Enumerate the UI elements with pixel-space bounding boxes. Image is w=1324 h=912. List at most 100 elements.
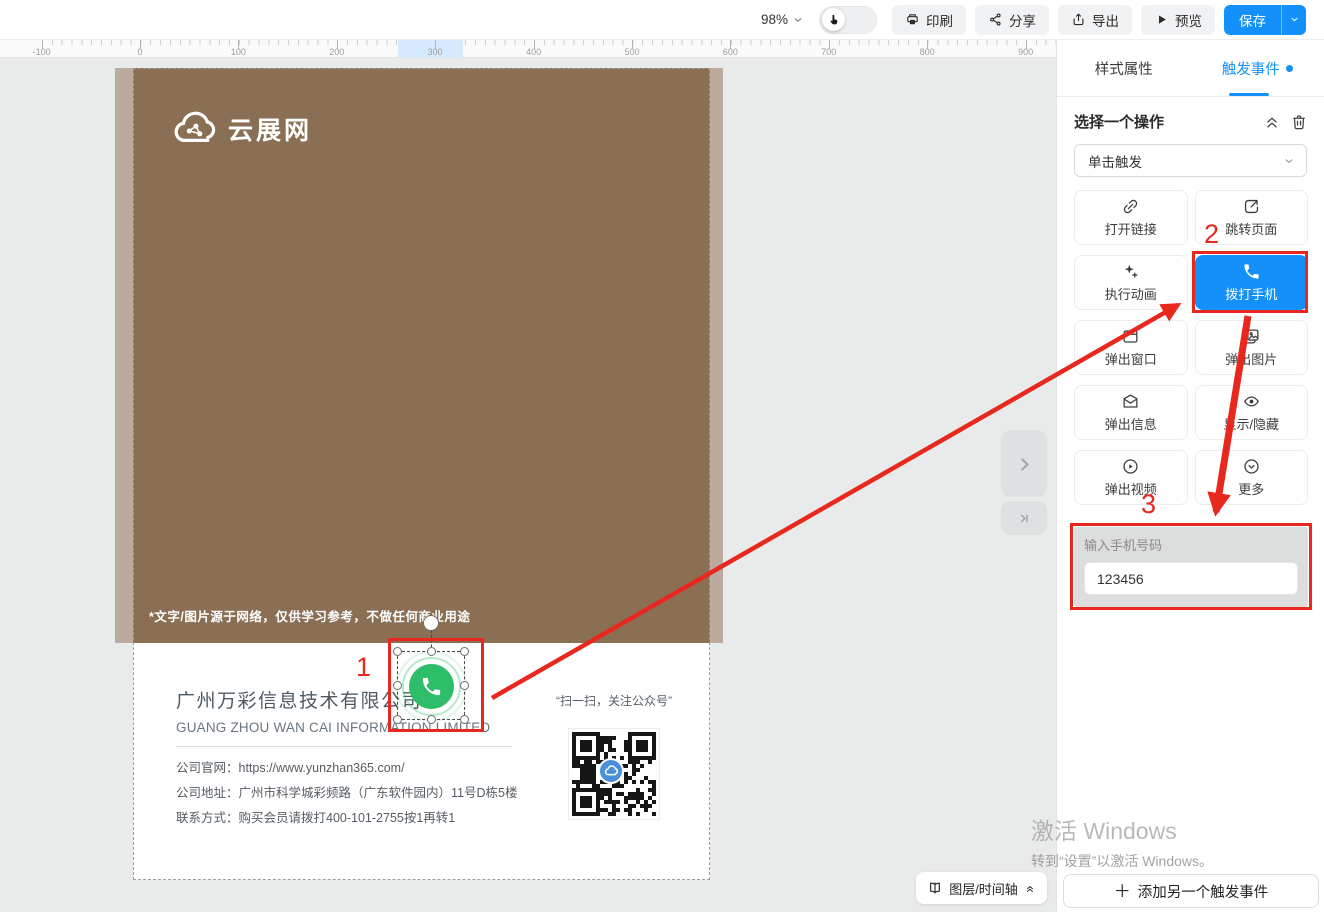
action-label: 显示/隐藏 xyxy=(1223,414,1279,433)
company-name-cn: 广州万彩信息技术有限公司 xyxy=(176,686,536,713)
resize-handle-se[interactable] xyxy=(460,715,469,724)
cloud-logo-icon xyxy=(172,110,218,148)
action-label: 弹出视频 xyxy=(1105,479,1157,498)
resize-handle-sw[interactable] xyxy=(393,715,402,724)
company-info-block: 广州万彩信息技术有限公司 GUANG ZHOU WAN CAI INFORMAT… xyxy=(176,686,536,831)
window-icon xyxy=(1121,327,1140,346)
ruler-tick-label: 800 xyxy=(920,47,935,57)
trigger-mode-select[interactable]: 单击触发 xyxy=(1074,144,1307,177)
ruler-tick-label: 700 xyxy=(821,47,836,57)
save-options-button[interactable] xyxy=(1281,5,1306,35)
action-label: 打开链接 xyxy=(1105,219,1157,238)
qr-center-logo xyxy=(598,758,624,784)
ruler-tick-label: 300 xyxy=(428,47,443,57)
action-section-header: 选择一个操作 xyxy=(1057,97,1324,142)
action-show-hide[interactable]: 显示/隐藏 xyxy=(1195,385,1309,440)
print-button[interactable]: 印刷 xyxy=(892,5,966,35)
top-toolbar: 98% 印刷 分享 导出 预览 保存 xyxy=(0,0,1324,40)
video-icon xyxy=(1121,457,1140,476)
phone-number-input-group: 输入手机号码 xyxy=(1074,527,1308,607)
touch-mode-toggle[interactable] xyxy=(819,6,877,34)
add-trigger-event-button[interactable]: ＋ 添加另一个触发事件 xyxy=(1063,874,1319,908)
unsaved-indicator-dot xyxy=(1286,65,1293,72)
action-dial-phone[interactable]: 拨打手机 xyxy=(1195,255,1309,310)
preview-label: 预览 xyxy=(1175,10,1202,30)
save-split-button: 保存 xyxy=(1224,5,1306,35)
collapse-section-button[interactable] xyxy=(1263,113,1281,131)
trash-icon xyxy=(1290,113,1308,131)
resize-handle-ne[interactable] xyxy=(460,647,469,656)
company-divider xyxy=(176,746,512,747)
ruler-tick-label: 900 xyxy=(1018,47,1033,57)
action-popup-image[interactable]: 弹出图片 xyxy=(1195,320,1309,375)
page-cover-image[interactable] xyxy=(115,68,723,643)
bleed-right xyxy=(710,68,723,643)
zoom-level-control[interactable]: 98% xyxy=(761,12,804,27)
zoom-level-value: 98% xyxy=(761,12,788,27)
tab-style-properties[interactable]: 样式属性 xyxy=(1057,40,1191,96)
layers-timeline-label: 图层/时间轴 xyxy=(949,879,1018,898)
cloud-icon xyxy=(604,765,619,777)
company-info-line: 公司地址：广州市科学城彩频路（广东软件园内）11号D栋5楼 xyxy=(176,781,536,806)
resize-handle-e[interactable] xyxy=(460,681,469,690)
horizontal-ruler: -1000100200300400500600700800900 xyxy=(0,40,1056,58)
resize-handle-n[interactable] xyxy=(427,647,436,656)
action-label: 弹出窗口 xyxy=(1105,349,1157,368)
section-title: 选择一个操作 xyxy=(1074,111,1254,132)
chevron-down-icon xyxy=(1289,14,1300,25)
link-icon xyxy=(1121,197,1140,216)
toggle-knob xyxy=(822,8,845,31)
action-run-animation[interactable]: 执行动画 xyxy=(1074,255,1188,310)
chevron-down-icon xyxy=(792,14,804,26)
ruler-tick-label: 0 xyxy=(137,47,142,57)
delete-trigger-button[interactable] xyxy=(1290,113,1308,131)
phone-number-input[interactable] xyxy=(1084,562,1298,595)
company-contact-lines: 公司官网：https://www.yunzhan365.com/公司地址：广州市… xyxy=(176,756,536,831)
mail-icon xyxy=(1121,392,1140,411)
action-popup-video[interactable]: 弹出视频 xyxy=(1074,450,1188,505)
ruler-tick-label: 100 xyxy=(231,47,246,57)
action-popup-window[interactable]: 弹出窗口 xyxy=(1074,320,1188,375)
eye-icon xyxy=(1242,392,1261,411)
tab-trigger-events[interactable]: 触发事件 xyxy=(1191,40,1324,96)
action-label: 执行动画 xyxy=(1105,284,1157,303)
resize-handle-s[interactable] xyxy=(427,715,436,724)
preview-button[interactable]: 预览 xyxy=(1141,5,1215,35)
more-icon xyxy=(1242,457,1261,476)
selection-box[interactable] xyxy=(397,651,465,720)
share-button[interactable]: 分享 xyxy=(975,5,1049,35)
panel-tabs: 样式属性 触发事件 xyxy=(1057,40,1324,97)
tab-style-label: 样式属性 xyxy=(1095,58,1153,79)
image-icon xyxy=(1242,327,1261,346)
action-jump-page[interactable]: 跳转页面 xyxy=(1195,190,1309,245)
resize-handle-w[interactable] xyxy=(393,681,402,690)
double-chevron-up-icon xyxy=(1263,113,1281,131)
layers-timeline-button[interactable]: 图层/时间轴 xyxy=(916,872,1047,904)
ruler-tick-label: 600 xyxy=(723,47,738,57)
action-label: 弹出图片 xyxy=(1225,349,1277,368)
last-page-button[interactable] xyxy=(1001,501,1047,535)
active-tab-underline xyxy=(1229,93,1269,97)
action-open-link[interactable]: 打开链接 xyxy=(1074,190,1188,245)
export-button[interactable]: 导出 xyxy=(1058,5,1132,35)
phone-icon xyxy=(1242,262,1261,281)
ruler-tick-label: 400 xyxy=(526,47,541,57)
properties-panel: 样式属性 触发事件 选择一个操作 单击触发 打开链接 跳转页面执行动画 拨打手机弹出… xyxy=(1056,40,1324,912)
save-button[interactable]: 保存 xyxy=(1224,5,1281,35)
next-page-button[interactable] xyxy=(1001,430,1047,497)
export-icon xyxy=(1071,12,1086,27)
app-window: 98% 印刷 分享 导出 预览 保存 xyxy=(0,0,1324,912)
cover-image-body xyxy=(133,68,710,643)
company-name-en: GUANG ZHOU WAN CAI INFORMATION LIMITED xyxy=(176,720,536,735)
share-icon xyxy=(988,12,1003,27)
collapse-up-icon xyxy=(1024,882,1036,894)
add-trigger-label: 添加另一个触发事件 xyxy=(1138,881,1269,902)
rotation-handle[interactable] xyxy=(423,615,439,631)
action-more[interactable]: 更多 xyxy=(1195,450,1309,505)
export-label: 导出 xyxy=(1092,10,1119,30)
resize-handle-nw[interactable] xyxy=(393,647,402,656)
trigger-mode-value: 单击触发 xyxy=(1088,151,1283,171)
print-label: 印刷 xyxy=(926,10,953,30)
brand-name: 云展网 xyxy=(228,111,312,147)
action-popup-message[interactable]: 弹出信息 xyxy=(1074,385,1188,440)
